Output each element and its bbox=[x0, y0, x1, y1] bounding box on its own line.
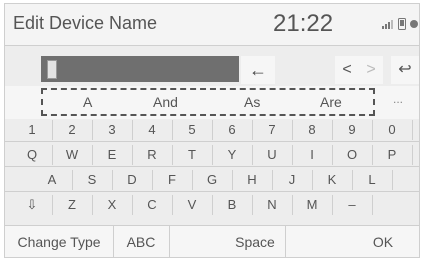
key-5[interactable]: 5 bbox=[172, 120, 213, 140]
key-h[interactable]: H bbox=[232, 170, 273, 190]
key-f[interactable]: F bbox=[152, 170, 193, 190]
key-7[interactable]: 7 bbox=[252, 120, 293, 140]
row-divider bbox=[5, 166, 419, 167]
cursor-left-button[interactable]: < bbox=[335, 56, 359, 84]
key-p[interactable]: P bbox=[372, 145, 413, 165]
key-2[interactable]: 2 bbox=[52, 120, 93, 140]
header-bar: Edit Device Name 21:22 bbox=[5, 4, 419, 46]
shift-key[interactable]: ⇩ bbox=[12, 195, 53, 215]
suggestion-item[interactable]: Are bbox=[320, 94, 342, 110]
signal-bars-icon bbox=[382, 19, 394, 32]
keyboard-row-asdf: A S D F G H J K L bbox=[5, 170, 419, 190]
key-d[interactable]: D bbox=[112, 170, 153, 190]
key-q[interactable]: Q bbox=[12, 145, 53, 165]
key-k[interactable]: K bbox=[312, 170, 353, 190]
keyboard-row-numbers: 1 2 3 4 5 6 7 8 9 0 bbox=[5, 120, 419, 140]
edit-device-name-screen: Edit Device Name 21:22 ← < > ↩ A And As … bbox=[4, 3, 420, 258]
keyboard-row-qwerty: Q W E R T Y U I O P bbox=[5, 145, 419, 165]
key-b[interactable]: B bbox=[212, 195, 253, 215]
abc-button[interactable]: ABC bbox=[113, 226, 170, 257]
key-z[interactable]: Z bbox=[52, 195, 93, 215]
backspace-button[interactable]: ← bbox=[241, 56, 275, 84]
change-type-button[interactable]: Change Type bbox=[5, 226, 114, 257]
key-l[interactable]: L bbox=[352, 170, 393, 190]
space-button[interactable]: Space bbox=[225, 226, 286, 257]
key-4[interactable]: 4 bbox=[132, 120, 173, 140]
key-t[interactable]: T bbox=[172, 145, 213, 165]
key-i[interactable]: I bbox=[292, 145, 333, 165]
key-w[interactable]: W bbox=[52, 145, 93, 165]
row-divider bbox=[5, 191, 419, 192]
key-1[interactable]: 1 bbox=[12, 120, 53, 140]
key-e[interactable]: E bbox=[92, 145, 133, 165]
status-icons bbox=[382, 18, 418, 33]
key-m[interactable]: M bbox=[292, 195, 333, 215]
suggestion-item[interactable]: And bbox=[153, 94, 178, 110]
key-a[interactable]: A bbox=[32, 170, 73, 190]
phone-icon bbox=[398, 18, 406, 33]
key-x[interactable]: X bbox=[92, 195, 133, 215]
suggestion-item[interactable]: As bbox=[244, 94, 260, 110]
page-title: Edit Device Name bbox=[13, 13, 158, 33]
key-n[interactable]: N bbox=[252, 195, 293, 215]
key-s[interactable]: S bbox=[72, 170, 113, 190]
suggestion-item[interactable]: A bbox=[83, 94, 92, 110]
key-8[interactable]: 8 bbox=[292, 120, 333, 140]
text-cursor bbox=[47, 60, 57, 79]
key-o[interactable]: O bbox=[332, 145, 373, 165]
bottom-bar: Change Type ABC Space OK bbox=[5, 225, 419, 257]
undo-button[interactable]: ↩ bbox=[391, 56, 419, 84]
key-g[interactable]: G bbox=[192, 170, 233, 190]
key-v[interactable]: V bbox=[172, 195, 213, 215]
key-y[interactable]: Y bbox=[212, 145, 253, 165]
more-suggestions-button[interactable]: ... bbox=[393, 92, 403, 106]
clock: 21:22 bbox=[273, 10, 334, 37]
ok-button[interactable]: OK bbox=[347, 226, 419, 257]
cursor-right-button[interactable]: > bbox=[359, 56, 383, 84]
key-j[interactable]: J bbox=[272, 170, 313, 190]
row-divider bbox=[5, 141, 419, 142]
suggestion-row: A And As Are ... bbox=[5, 86, 419, 119]
key-dash[interactable]: – bbox=[332, 195, 373, 215]
key-9[interactable]: 9 bbox=[332, 120, 373, 140]
device-name-input[interactable] bbox=[41, 56, 239, 82]
key-u[interactable]: U bbox=[252, 145, 293, 165]
bluetooth-icon bbox=[410, 18, 418, 33]
key-r[interactable]: R bbox=[132, 145, 173, 165]
keyboard-row-zxcv: ⇩ Z X C V B N M – bbox=[5, 195, 419, 215]
key-c[interactable]: C bbox=[132, 195, 173, 215]
key-3[interactable]: 3 bbox=[92, 120, 133, 140]
key-0[interactable]: 0 bbox=[372, 120, 413, 140]
key-6[interactable]: 6 bbox=[212, 120, 253, 140]
